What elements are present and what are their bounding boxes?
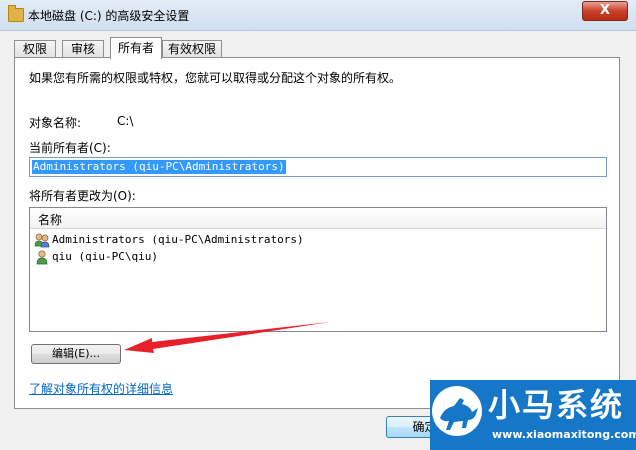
edit-button[interactable]: 编辑(E)...	[31, 344, 121, 364]
ownership-details-link[interactable]: 了解对象所有权的详细信息	[29, 380, 173, 397]
tab-owner[interactable]: 所有者	[110, 37, 162, 59]
current-owner-field[interactable]: Administrators (qiu-PC\Administrators)	[29, 157, 607, 177]
close-button[interactable]: X	[582, 1, 628, 21]
column-name-label: 名称	[38, 213, 63, 227]
watermark-url: www.xiaomaxitong.com	[492, 428, 636, 441]
list-column-header[interactable]: 名称	[30, 208, 606, 229]
window-title: 本地磁盘 (C:) 的高级安全设置	[28, 9, 190, 23]
group-users-icon	[34, 233, 50, 248]
owner-panel: 如果您有所需的权限或特权，您就可以取得或分配这个对象的所有权。 对象名称: C:…	[14, 57, 620, 409]
horse-logo-icon	[432, 386, 482, 436]
tab-effective-permissions[interactable]: 有效权限	[162, 40, 222, 58]
current-owner-value: Administrators (qiu-PC\Administrators)	[32, 160, 286, 174]
change-owner-label: 将所有者更改为(O):	[29, 189, 136, 203]
watermark-logo: 小马系统 www.xiaomaxitong.com	[430, 380, 636, 450]
list-item-label: qiu (qiu-PC\qiu)	[52, 250, 158, 263]
owner-list[interactable]: 名称 Administrators (qiu-PC\Administrators…	[29, 207, 607, 332]
user-icon	[36, 250, 48, 265]
object-name-label: 对象名称:	[29, 116, 82, 130]
object-name-value: C:\	[117, 114, 134, 128]
list-item-label: Administrators (qiu-PC\Administrators)	[52, 233, 304, 246]
folder-icon	[8, 5, 24, 22]
tab-permissions[interactable]: 权限	[14, 40, 56, 58]
tab-auditing[interactable]: 审核	[62, 40, 104, 58]
title-bar: 本地磁盘 (C:) 的高级安全设置 X	[0, 0, 636, 31]
description-text: 如果您有所需的权限或特权，您就可以取得或分配这个对象的所有权。	[29, 71, 402, 85]
current-owner-label: 当前所有者(C):	[29, 141, 111, 155]
watermark-brand: 小马系统	[488, 386, 625, 424]
